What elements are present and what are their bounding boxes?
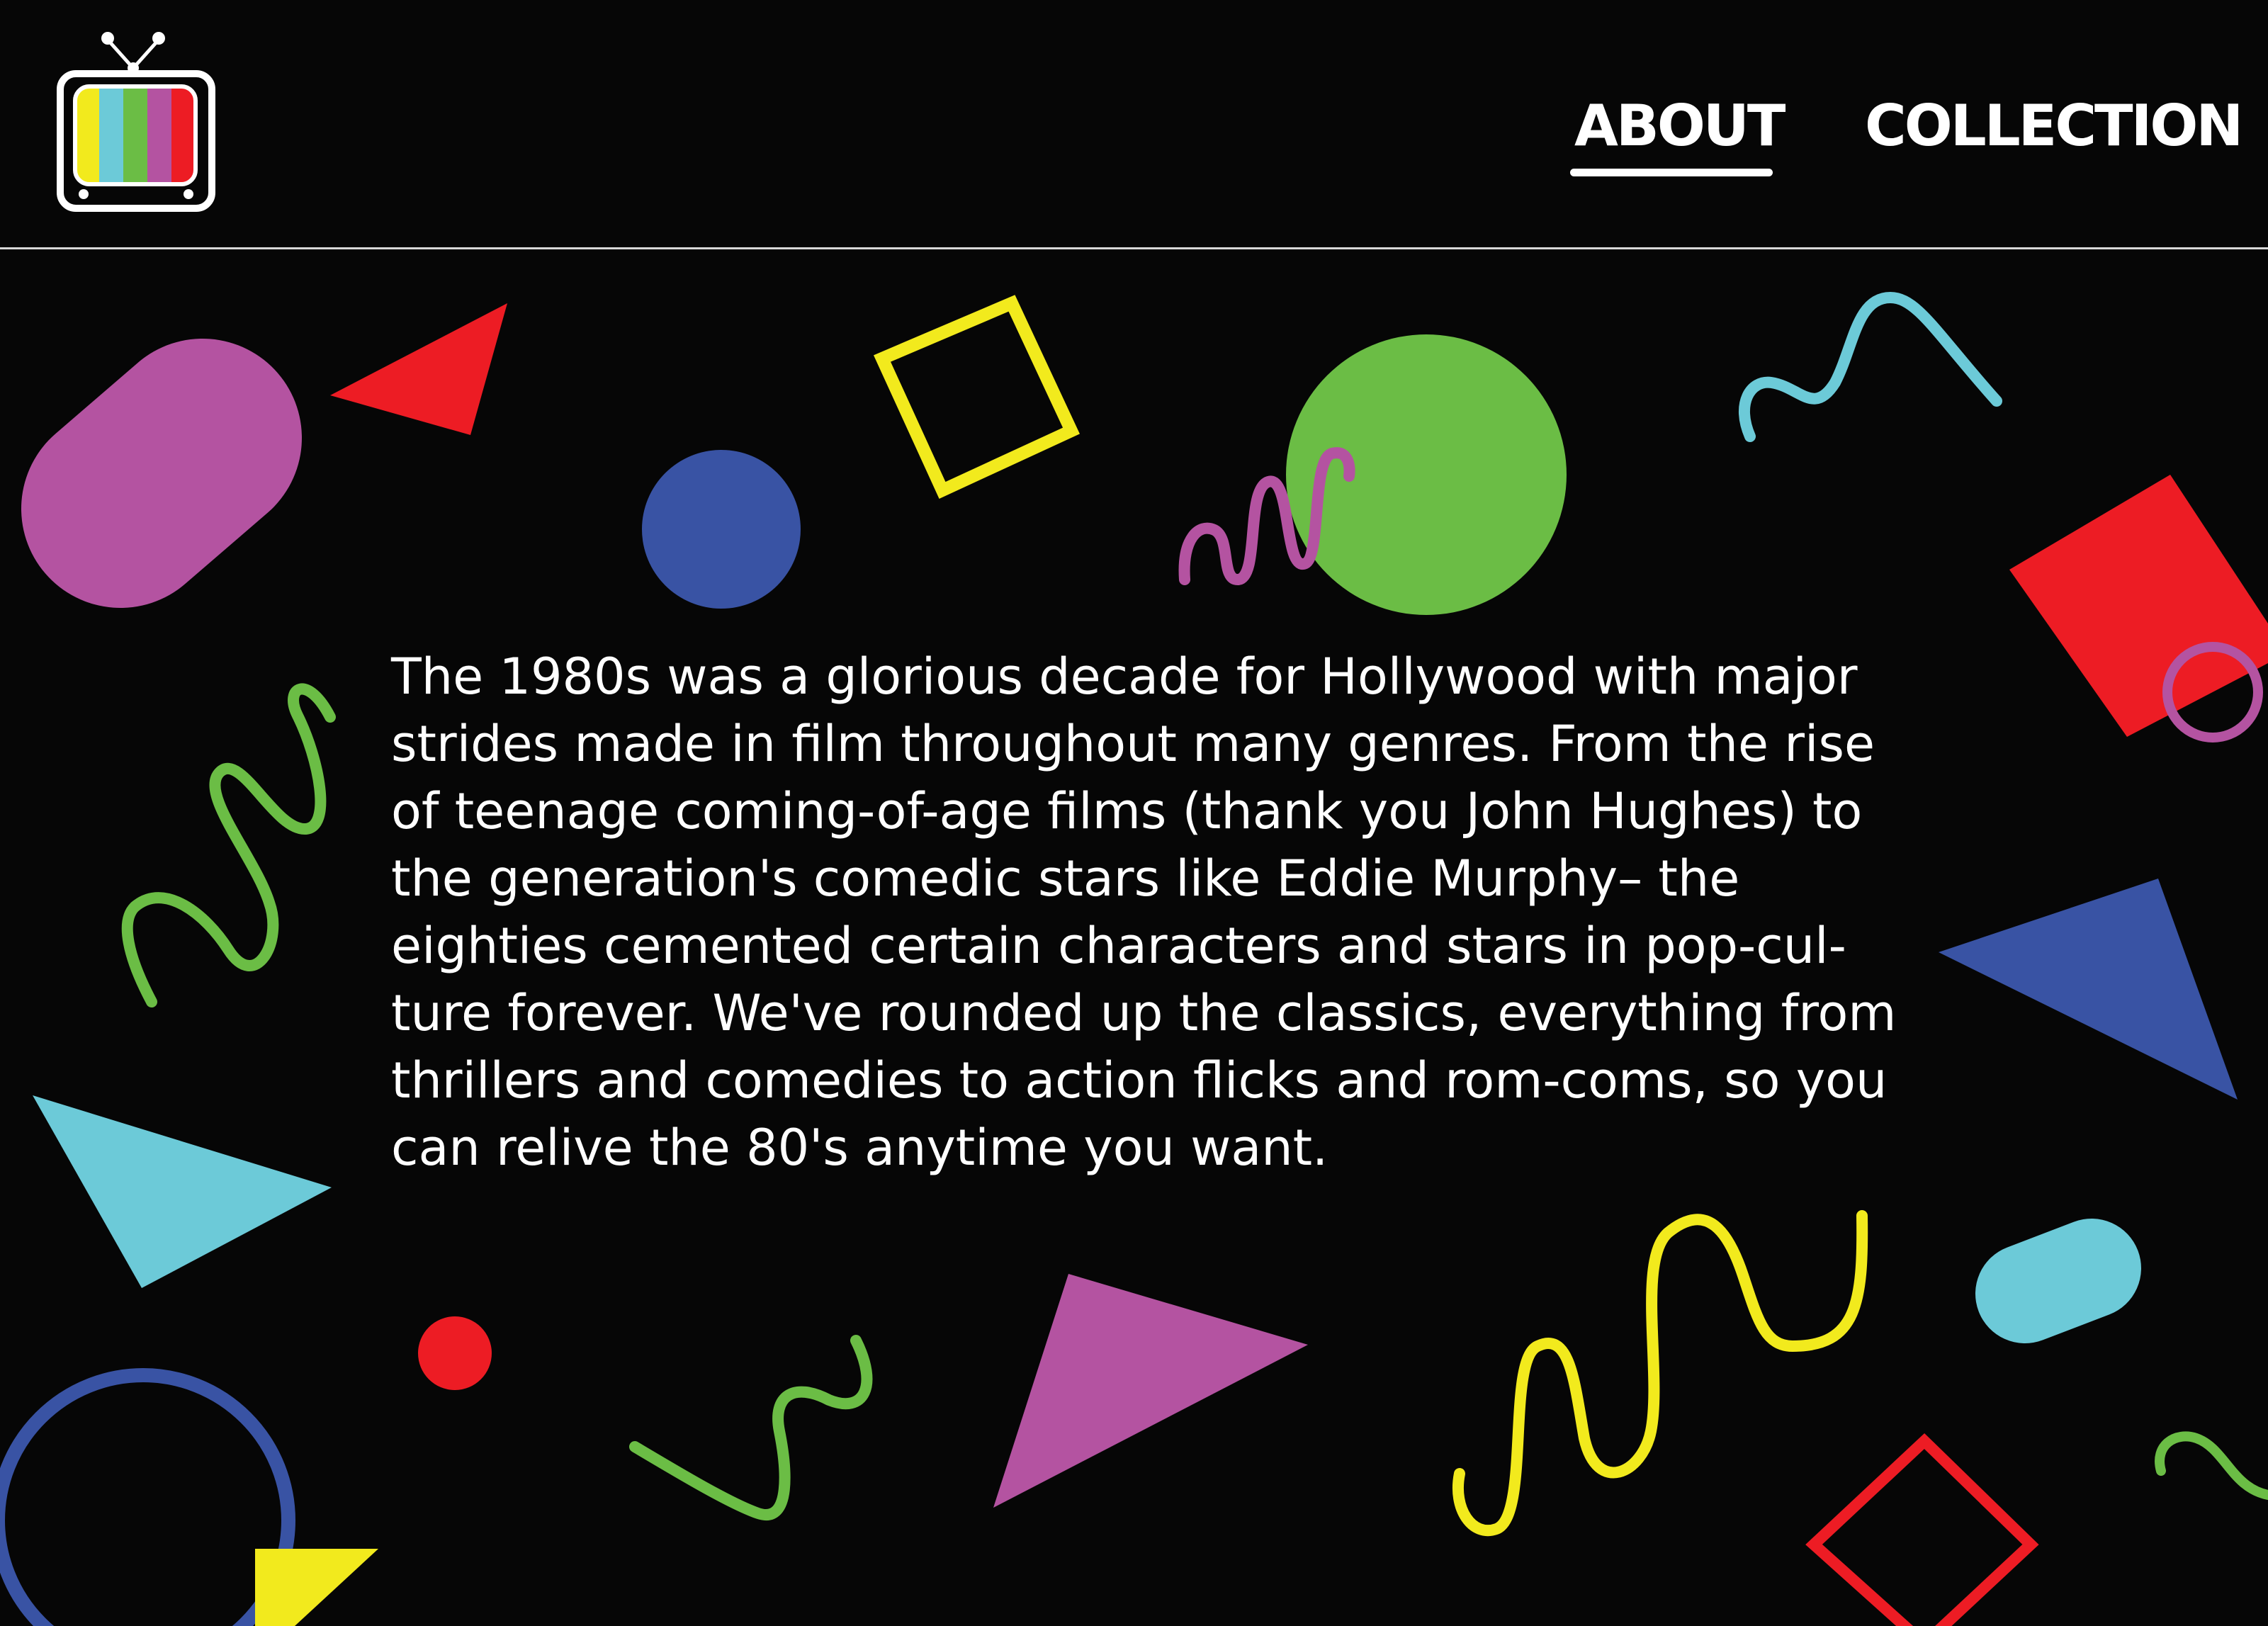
blue-circle <box>642 450 801 609</box>
yellow-triangle <box>255 1549 378 1626</box>
red-square <box>2009 475 2268 737</box>
intro-paragraph: The 1980s was a glorious decade for Holl… <box>391 643 1936 1182</box>
red-triangle <box>330 303 507 435</box>
intro-line: ture forever. We've rounded up the class… <box>391 984 1897 1042</box>
yellow-squiggle <box>1452 1210 1868 1536</box>
blue-triangle <box>1939 879 2238 1100</box>
cyan-triangle <box>33 1095 332 1288</box>
cyan-pill <box>1975 1219 2141 1343</box>
cyan-squiggle <box>1738 291 2002 442</box>
intro-line: The 1980s was a glorious decade for Holl… <box>391 648 1858 706</box>
purple-triangle <box>993 1274 1308 1508</box>
green-squiggle-left <box>121 683 336 1007</box>
purple-pill <box>21 339 302 608</box>
green-squiggle-bottom <box>629 1335 873 1520</box>
intro-line: eighties cemented certain characters and… <box>391 917 1846 975</box>
yellow-square-outline <box>873 295 1080 499</box>
green-squiggle-edge <box>2155 1431 2268 1500</box>
green-circle <box>1286 334 1567 615</box>
red-dot <box>418 1316 492 1390</box>
blue-ring <box>0 1368 295 1626</box>
intro-line: thrillers and comedies to action flicks … <box>391 1051 1888 1110</box>
intro-line: strides made in film throughout many gen… <box>391 715 1875 773</box>
intro-line: the generation's comedic stars like Eddi… <box>391 849 1740 908</box>
red-diamond-outline <box>1805 1433 2039 1626</box>
intro-line: of teenage coming-of-age films (thank yo… <box>391 782 1863 840</box>
intro-line: can relive the 80's anytime you want. <box>391 1119 1328 1177</box>
